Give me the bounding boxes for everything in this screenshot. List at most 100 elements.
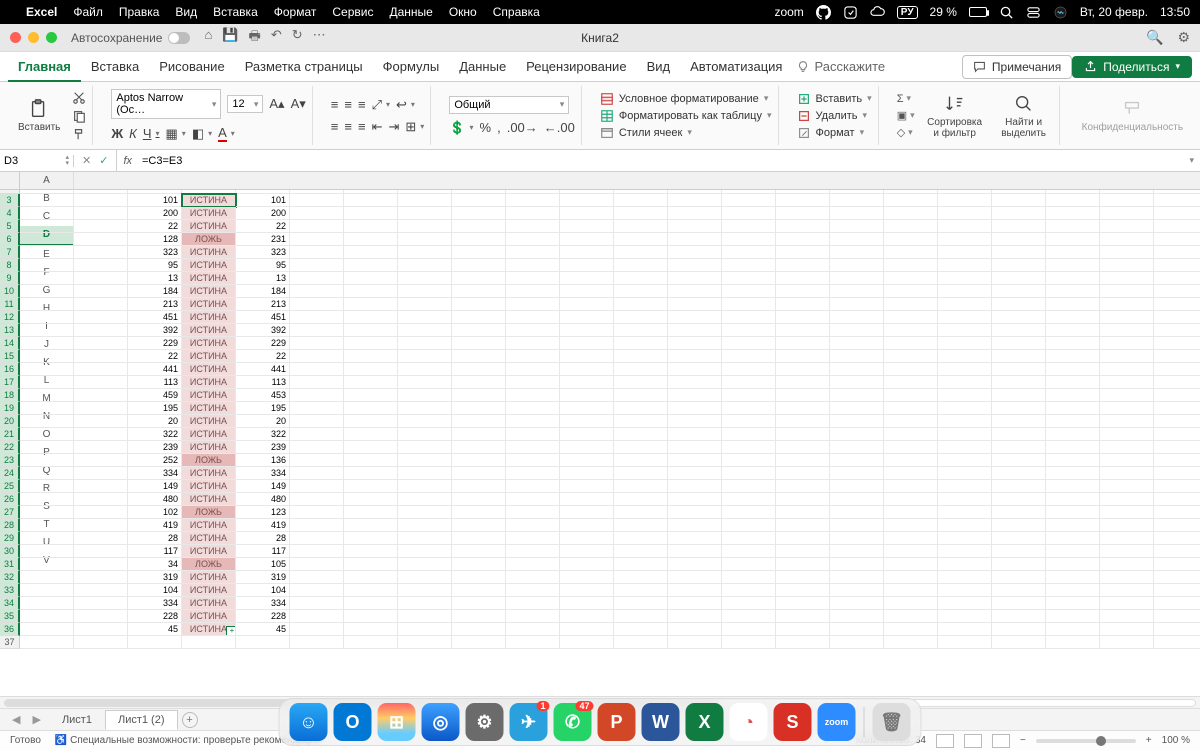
cell-M19[interactable] [668, 402, 722, 415]
cell-S30[interactable] [992, 545, 1046, 558]
cell-T15[interactable] [1046, 350, 1100, 363]
cell-O16[interactable] [776, 363, 830, 376]
cell-I16[interactable] [452, 363, 506, 376]
row-header-9[interactable]: 9 [0, 272, 20, 285]
cell-U7[interactable] [1100, 246, 1154, 259]
cell-S16[interactable] [992, 363, 1046, 376]
row-header-31[interactable]: 31 [0, 558, 20, 571]
formula-input[interactable]: =C3=E3 [138, 155, 1183, 167]
cell-V28[interactable] [1154, 519, 1200, 532]
cell-G25[interactable] [344, 480, 398, 493]
cell-G8[interactable] [344, 259, 398, 272]
sheet-nav-next[interactable]: ▶ [28, 713, 44, 726]
cell-D35[interactable]: ИСТИНА [182, 610, 236, 623]
cell-Q27[interactable] [884, 506, 938, 519]
cell-Q13[interactable] [884, 324, 938, 337]
cell-N12[interactable] [722, 311, 776, 324]
cell-Q31[interactable] [884, 558, 938, 571]
cell-S5[interactable] [992, 220, 1046, 233]
cell-N16[interactable] [722, 363, 776, 376]
cell-T19[interactable] [1046, 402, 1100, 415]
cell-U36[interactable] [1100, 623, 1154, 636]
cell-V35[interactable] [1154, 610, 1200, 623]
cell-F27[interactable] [290, 506, 344, 519]
cell-F22[interactable] [290, 441, 344, 454]
cell-J16[interactable] [506, 363, 560, 376]
row-header-23[interactable]: 23 [0, 454, 20, 467]
cell-U24[interactable] [1100, 467, 1154, 480]
cell-T16[interactable] [1046, 363, 1100, 376]
cell-A7[interactable] [20, 246, 74, 259]
cell-B20[interactable] [74, 415, 128, 428]
align-bottom[interactable]: ≡ [358, 97, 366, 112]
sensitivity-button[interactable]: Конфиденциальность [1078, 86, 1187, 145]
decrease-indent[interactable]: ⇤ [372, 119, 383, 135]
fill-button[interactable]: ▣ ▾ [897, 109, 915, 122]
cell-L17[interactable] [614, 376, 668, 389]
cell-R17[interactable] [938, 376, 992, 389]
cell-J10[interactable] [506, 285, 560, 298]
cell-M20[interactable] [668, 415, 722, 428]
cell-L25[interactable] [614, 480, 668, 493]
cell-J27[interactable] [506, 506, 560, 519]
cell-P3[interactable] [830, 194, 884, 207]
cell-A30[interactable] [20, 545, 74, 558]
cell-T37[interactable] [1046, 636, 1100, 649]
cell-U33[interactable] [1100, 584, 1154, 597]
cell-E6[interactable]: 231 [236, 233, 290, 246]
font-size-combo[interactable]: 12▾ [227, 95, 263, 113]
cell-T26[interactable] [1046, 493, 1100, 506]
cell-O29[interactable] [776, 532, 830, 545]
cell-S22[interactable] [992, 441, 1046, 454]
cell-N25[interactable] [722, 480, 776, 493]
cell-C8[interactable]: 95 [128, 259, 182, 272]
dock-excel[interactable]: X [686, 703, 724, 741]
cell-O24[interactable] [776, 467, 830, 480]
cell-D16[interactable]: ИСТИНА [182, 363, 236, 376]
cell-H24[interactable] [398, 467, 452, 480]
cell-C4[interactable]: 200 [128, 207, 182, 220]
cell-L29[interactable] [614, 532, 668, 545]
cell-I15[interactable] [452, 350, 506, 363]
cell-I31[interactable] [452, 558, 506, 571]
cell-Q30[interactable] [884, 545, 938, 558]
cell-K24[interactable] [560, 467, 614, 480]
cell-P37[interactable] [830, 636, 884, 649]
cell-U13[interactable] [1100, 324, 1154, 337]
cell-U5[interactable] [1100, 220, 1154, 233]
row-header-5[interactable]: 5 [0, 220, 20, 233]
cell-S18[interactable] [992, 389, 1046, 402]
cell-M36[interactable] [668, 623, 722, 636]
cell-A6[interactable] [20, 233, 74, 246]
cell-C22[interactable]: 239 [128, 441, 182, 454]
cell-T29[interactable] [1046, 532, 1100, 545]
cell-U22[interactable] [1100, 441, 1154, 454]
menubar-time[interactable]: 13:50 [1160, 5, 1190, 19]
cell-F31[interactable] [290, 558, 344, 571]
cell-Q7[interactable] [884, 246, 938, 259]
cell-Q9[interactable] [884, 272, 938, 285]
cell-H5[interactable] [398, 220, 452, 233]
cell-L3[interactable] [614, 194, 668, 207]
cell-E37[interactable] [236, 636, 290, 649]
redo-icon[interactable]: ↻ [292, 27, 303, 49]
cell-K6[interactable] [560, 233, 614, 246]
cell-U19[interactable] [1100, 402, 1154, 415]
dock-launchpad[interactable]: ⊞ [378, 703, 416, 741]
cell-I23[interactable] [452, 454, 506, 467]
cell-Q11[interactable] [884, 298, 938, 311]
cell-C36[interactable]: 45 [128, 623, 182, 636]
cell-I10[interactable] [452, 285, 506, 298]
cell-C11[interactable]: 213 [128, 298, 182, 311]
cell-D37[interactable] [182, 636, 236, 649]
cell-V34[interactable] [1154, 597, 1200, 610]
row-header-11[interactable]: 11 [0, 298, 20, 311]
cell-G6[interactable] [344, 233, 398, 246]
zoom-in[interactable]: + [1146, 735, 1152, 746]
cell-B37[interactable] [74, 636, 128, 649]
cell-H14[interactable] [398, 337, 452, 350]
cell-M24[interactable] [668, 467, 722, 480]
cell-E35[interactable]: 228 [236, 610, 290, 623]
cell-V33[interactable] [1154, 584, 1200, 597]
cell-V6[interactable] [1154, 233, 1200, 246]
